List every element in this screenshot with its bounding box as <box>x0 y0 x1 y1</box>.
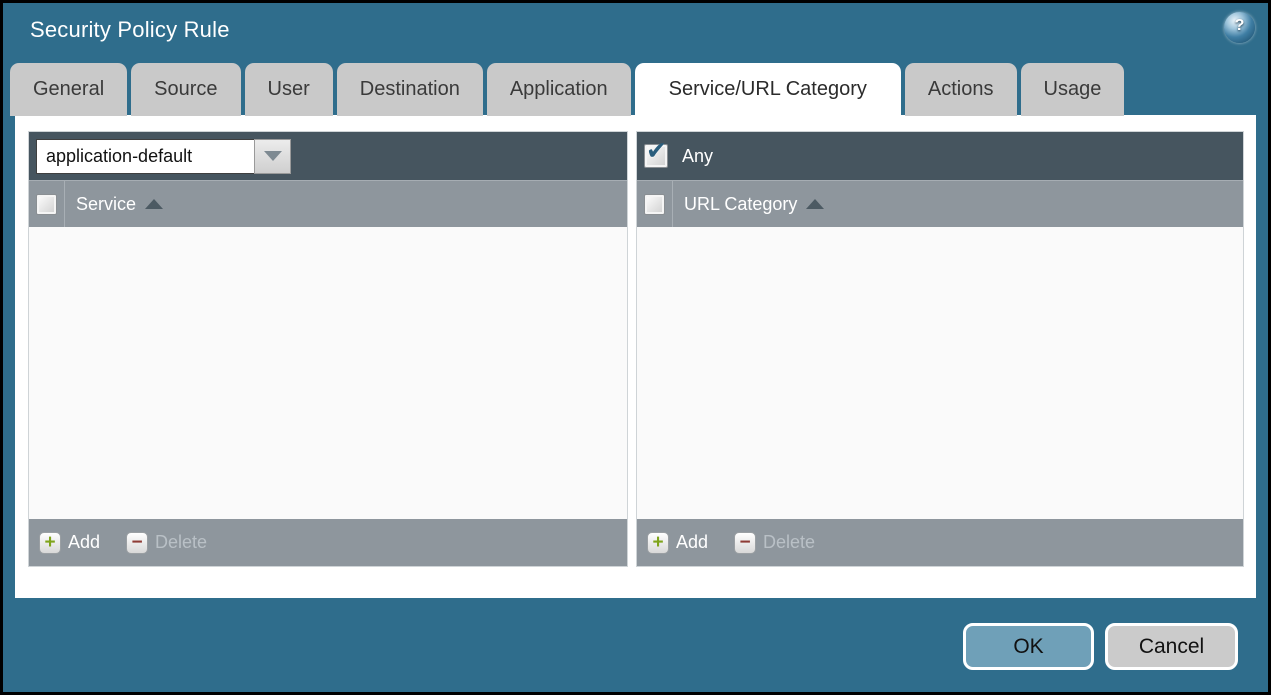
url-category-add-label: Add <box>676 532 709 552</box>
service-type-dropdown-button[interactable] <box>254 138 291 174</box>
service-delete-button[interactable]: − Delete <box>126 531 208 554</box>
column-separator <box>672 181 673 227</box>
sort-ascending-icon <box>806 199 825 209</box>
url-category-add-button[interactable]: + Add <box>647 531 709 554</box>
chevron-down-icon <box>263 151 282 161</box>
service-toolbar <box>29 132 627 180</box>
url-category-column-label: URL Category <box>684 193 798 214</box>
url-category-select-all-checkbox[interactable] <box>644 193 665 215</box>
add-plus-icon: + <box>39 531 61 554</box>
dialog-title: Security Policy Rule <box>30 17 230 42</box>
tab-actions[interactable]: Actions <box>904 63 1017 116</box>
url-category-list[interactable] <box>637 227 1243 519</box>
column-separator <box>64 181 65 227</box>
url-category-footer: + Add − Delete <box>637 519 1243 566</box>
service-delete-label: Delete <box>155 532 208 552</box>
check-icon: ✔ <box>646 137 667 165</box>
service-type-input[interactable] <box>36 138 254 174</box>
tab-source[interactable]: Source <box>131 63 241 116</box>
delete-minus-icon: − <box>126 531 149 554</box>
service-type-combobox <box>36 138 291 174</box>
sort-ascending-icon <box>145 199 164 209</box>
url-category-delete-label: Delete <box>763 532 816 552</box>
help-icon: ? <box>1234 17 1245 34</box>
service-panel: Service + Add − Delete <box>28 131 628 567</box>
url-category-table-header: URL Category <box>637 180 1243 227</box>
tab-application[interactable]: Application <box>486 63 631 116</box>
url-category-panel: ✔ Any URL Category + Add − Delete <box>636 131 1244 567</box>
cancel-button[interactable]: Cancel <box>1105 623 1238 670</box>
url-category-delete-button[interactable]: − Delete <box>734 531 816 554</box>
any-checkbox[interactable]: ✔ <box>644 137 668 168</box>
tab-bar: General Source User Destination Applicat… <box>10 63 1128 116</box>
service-list[interactable] <box>29 227 627 519</box>
any-label: Any <box>682 145 714 166</box>
delete-minus-icon: − <box>734 531 757 554</box>
service-footer: + Add − Delete <box>29 519 627 566</box>
ok-button[interactable]: OK <box>963 623 1094 670</box>
url-category-toolbar: ✔ Any <box>637 132 1243 180</box>
tab-content-area: Service + Add − Delete ✔ <box>15 115 1256 598</box>
url-category-column-header[interactable]: URL Category <box>684 193 825 215</box>
tab-destination[interactable]: Destination <box>336 63 483 116</box>
help-button[interactable]: ? <box>1224 12 1255 43</box>
service-table-header: Service <box>29 180 627 227</box>
tab-user[interactable]: User <box>244 63 333 116</box>
tab-usage[interactable]: Usage <box>1020 63 1125 116</box>
service-select-all-checkbox[interactable] <box>36 193 57 215</box>
service-column-header[interactable]: Service <box>76 193 164 215</box>
add-plus-icon: + <box>647 531 669 554</box>
service-add-button[interactable]: + Add <box>39 531 101 554</box>
security-policy-rule-dialog: Security Policy Rule ? General Source Us… <box>0 0 1271 695</box>
tab-service-url-category[interactable]: Service/URL Category <box>634 63 901 116</box>
service-add-label: Add <box>68 532 101 552</box>
service-column-label: Service <box>76 193 137 214</box>
tab-general[interactable]: General <box>10 63 128 116</box>
